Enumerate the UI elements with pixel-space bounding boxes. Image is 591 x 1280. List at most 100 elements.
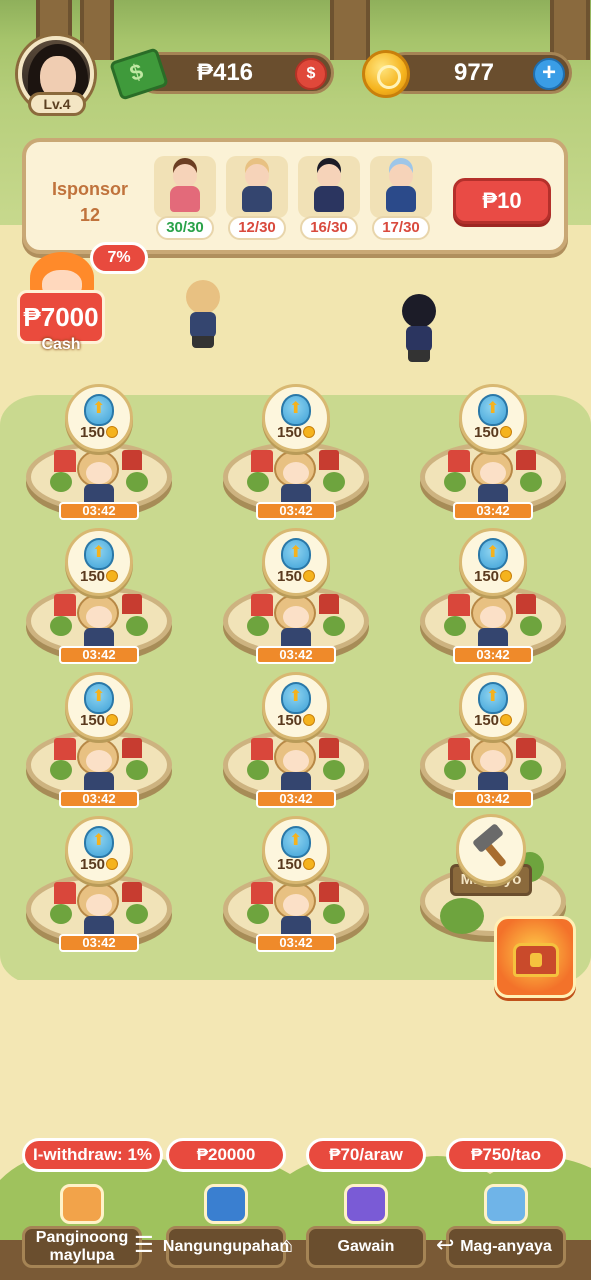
sponsor-slot-count: 16/30 — [300, 216, 358, 240]
tree-trunk — [550, 0, 590, 60]
sponsor-character-card — [154, 156, 216, 218]
bush — [323, 472, 345, 492]
system-home-icon[interactable]: ⌂ — [280, 1232, 293, 1258]
house-icon — [319, 450, 339, 470]
house-icon — [122, 594, 142, 614]
bush — [126, 904, 148, 924]
cash-label: Cash — [41, 336, 81, 353]
house-icon — [54, 738, 76, 760]
plot-timer: 03:42 — [59, 502, 139, 520]
nav-item[interactable]: ₱750/tao Mag-anyaya — [436, 1138, 576, 1268]
tenant-icon — [194, 1170, 258, 1234]
sponsor-count: 12 — [79, 205, 101, 225]
house-icon — [448, 594, 470, 616]
house-icon — [319, 738, 339, 758]
plot-timer: 03:42 — [256, 790, 336, 808]
bush — [520, 472, 542, 492]
system-back-icon[interactable]: ↩ — [436, 1232, 454, 1258]
nav-label: Gawain — [306, 1226, 426, 1268]
upgrade-cost: 150 — [265, 424, 327, 441]
coin-balance: 977 — [453, 59, 495, 86]
walking-businessman-character — [392, 294, 448, 364]
building-plot[interactable]: 03:42 150 — [223, 672, 369, 812]
coin-icon — [500, 570, 513, 582]
sponsor-title: Isponsor — [51, 179, 128, 199]
nav-item[interactable]: ₱70/araw Gawain — [296, 1138, 436, 1268]
sponsor-slot[interactable]: 17/30 — [370, 156, 432, 242]
sponsor-character-card — [226, 156, 288, 218]
coin-icon — [106, 858, 119, 870]
house-icon — [122, 738, 142, 758]
bush — [50, 616, 72, 636]
sponsor-character-card — [370, 156, 432, 218]
plot-timer: 03:42 — [256, 502, 336, 520]
bush — [247, 616, 269, 636]
character-body — [386, 186, 416, 212]
building-plot[interactable]: 03:42 150 — [26, 384, 172, 524]
upgrade-egg-icon — [478, 682, 508, 714]
upgrade-egg-icon — [84, 682, 114, 714]
plot-timer: 03:42 — [256, 934, 336, 952]
nav-badge: I-withdraw: 1% — [22, 1138, 164, 1172]
tree-trunk — [330, 0, 370, 60]
building-plot[interactable]: 03:42 150 — [223, 816, 369, 956]
upgrade-cost: 150 — [462, 424, 524, 441]
treasure-chest-button[interactable] — [494, 916, 576, 998]
bush — [126, 616, 148, 636]
character-head — [389, 164, 413, 188]
plot-timer: 03:42 — [453, 502, 533, 520]
building-plot[interactable]: 03:42 150 — [420, 384, 566, 524]
building-plot[interactable]: 03:42 150 — [223, 528, 369, 668]
bush — [440, 898, 484, 934]
character-body — [314, 186, 344, 212]
building-plot[interactable]: 03:42 150 — [420, 528, 566, 668]
sponsor-character-card — [298, 156, 360, 218]
building-plot[interactable]: 03:42 150 — [223, 384, 369, 524]
upgrade-cost: 150 — [68, 424, 130, 441]
sponsor-slot[interactable]: 12/30 — [226, 156, 288, 242]
shop-icon — [50, 1170, 114, 1234]
nav-badge: ₱750/tao — [446, 1138, 566, 1172]
bush — [520, 616, 542, 636]
sponsor-slot[interactable]: 30/30 — [154, 156, 216, 242]
sponsor-buy-button[interactable]: ₱10 — [453, 178, 551, 224]
building-plot[interactable]: 03:42 150 — [26, 816, 172, 956]
coin-icon — [500, 714, 513, 726]
money-bag-button[interactable]: $ — [295, 58, 327, 90]
sponsor-slot[interactable]: 16/30 — [298, 156, 360, 242]
nav-badge: ₱70/araw — [306, 1138, 426, 1172]
build-hammer-button[interactable] — [456, 814, 526, 884]
upgrade-cost: 150 — [265, 568, 327, 585]
bush — [50, 760, 72, 780]
upgrade-egg-icon — [478, 394, 508, 426]
upgrade-egg-icon — [281, 538, 311, 570]
upgrade-cost: 150 — [462, 712, 524, 729]
bush — [126, 472, 148, 492]
building-plot[interactable]: 03:42 150 — [26, 528, 172, 668]
upgrade-egg-icon — [84, 826, 114, 858]
house-icon — [54, 594, 76, 616]
house-icon — [251, 738, 273, 760]
cash-amount: ₱7000 — [23, 301, 99, 332]
plot-timer: 03:42 — [453, 790, 533, 808]
upgrade-egg-icon — [281, 826, 311, 858]
upgrade-cost: 150 — [68, 568, 130, 585]
character-head — [317, 164, 341, 188]
house-icon — [251, 594, 273, 616]
add-coins-button[interactable]: + — [533, 58, 565, 90]
upgrade-egg-icon — [281, 682, 311, 714]
system-menu-icon[interactable]: ☰ — [134, 1232, 154, 1258]
nav-badge: ₱20000 — [166, 1138, 286, 1172]
upgrade-egg-icon — [478, 538, 508, 570]
bush — [50, 904, 72, 924]
character-head — [173, 164, 197, 188]
house-icon — [319, 882, 339, 902]
building-plot[interactable]: 03:42 150 — [420, 672, 566, 812]
nav-item[interactable]: ₱20000 Nangungupahan — [156, 1138, 296, 1268]
nav-item[interactable]: I-withdraw: 1% Panginoong maylupa — [12, 1138, 164, 1268]
bush — [444, 760, 466, 780]
house-icon — [516, 594, 536, 614]
building-plot[interactable]: 03:42 150 — [26, 672, 172, 812]
nav-label: Nangungupahan — [163, 1226, 289, 1268]
plot-timer: 03:42 — [59, 646, 139, 664]
